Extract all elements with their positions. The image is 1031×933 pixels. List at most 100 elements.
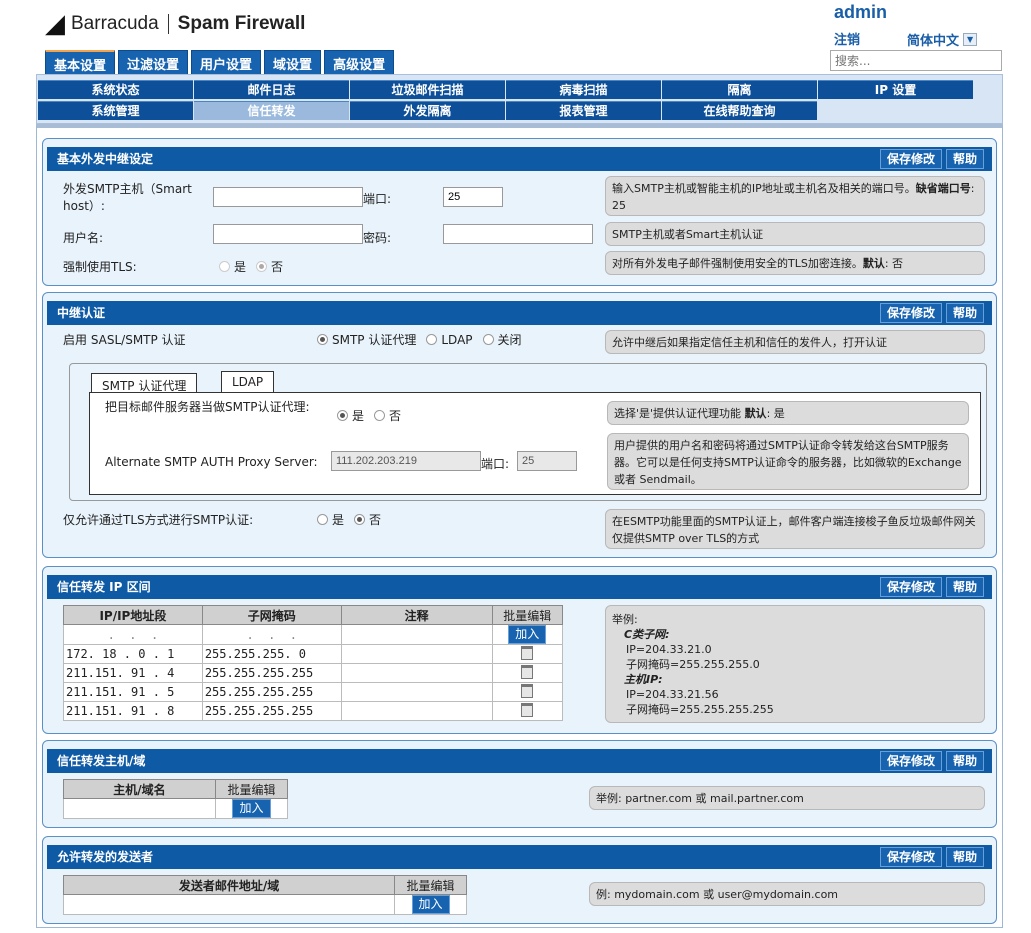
- port-input[interactable]: [443, 187, 503, 207]
- auth-help: SMTP主机或者Smart主机认证: [605, 222, 985, 246]
- tab-filter[interactable]: 过滤设置: [118, 50, 189, 74]
- alt-proxy-input[interactable]: [331, 451, 481, 471]
- help-text: 输入SMTP主机或智能主机的IP地址或主机名及相关的端口号。: [612, 182, 916, 195]
- new-host-input[interactable]: [63, 798, 216, 819]
- bulk-edit-button[interactable]: 批量编辑: [215, 779, 288, 799]
- help-button[interactable]: 帮助: [945, 149, 984, 169]
- trusted-ip-section: 信任转发 IP 区间 保存修改 帮助 IP/IP地址段 子网掩码 注释 批量编辑 . .…: [42, 566, 997, 734]
- main-tabs: 基本设置 过滤设置 用户设置 域设置 高级设置: [45, 50, 395, 74]
- sasl-proxy-radio[interactable]: [317, 334, 328, 345]
- tls-only-no-radio[interactable]: [354, 514, 366, 525]
- sasl-help: 允许中继后如果指定信任主机和信任的发件人，打开认证: [605, 330, 985, 354]
- yes-label: 是: [234, 260, 247, 274]
- tab-ldap[interactable]: LDAP: [221, 371, 275, 393]
- help-button[interactable]: 帮助: [945, 751, 984, 771]
- password-label: 密码:: [363, 231, 392, 245]
- col-note: 注释: [340, 605, 493, 625]
- trash-icon[interactable]: [521, 645, 534, 660]
- new-note-input[interactable]: [340, 624, 493, 645]
- dest-proxy-label: 把目标邮件服务器当做SMTP认证代理:: [105, 400, 310, 414]
- tab-smtp-proxy[interactable]: SMTP 认证代理: [91, 373, 198, 393]
- subnav-reports[interactable]: 报表管理: [506, 101, 661, 120]
- tab-basic[interactable]: 基本设置: [45, 50, 116, 74]
- mask-cell: 255.255.255. 0: [201, 644, 342, 664]
- save-button[interactable]: 保存修改: [879, 847, 942, 867]
- table-row: 211.151. 91 . 8 255.255.255.255: [63, 701, 564, 721]
- search-input[interactable]: [830, 50, 1002, 71]
- bulk-edit-button[interactable]: 批量编辑: [394, 875, 467, 895]
- dest-no-radio[interactable]: [374, 410, 386, 421]
- new-sender-input[interactable]: [62, 894, 396, 915]
- save-button[interactable]: 保存修改: [879, 303, 942, 323]
- trusted-host-section: 信任转发主机/域 保存修改 帮助 主机/域名 批量编辑 加入 举例: partner…: [42, 740, 997, 828]
- subnav-virus-scan[interactable]: 病毒扫描: [506, 80, 661, 99]
- subnav-message-log[interactable]: 邮件日志: [194, 80, 349, 99]
- subnav-quarantine[interactable]: 隔离: [662, 80, 817, 99]
- trash-icon[interactable]: [521, 702, 534, 717]
- subnav-online-help[interactable]: 在线帮助查询: [662, 101, 817, 120]
- smtp-host-help: 输入SMTP主机或智能主机的IP地址或主机名及相关的端口号。缺省端口号: 25: [605, 176, 985, 216]
- example-c-ip: IP=204.33.21.0: [626, 643, 712, 656]
- save-button[interactable]: 保存修改: [879, 149, 942, 169]
- new-mask-input[interactable]: . . .: [201, 624, 342, 645]
- product-name: Spam Firewall: [177, 13, 306, 34]
- new-ip-input[interactable]: . . .: [63, 624, 203, 645]
- tls-only-radio-group: 是否: [317, 511, 381, 528]
- tab-domains[interactable]: 域设置: [264, 50, 322, 74]
- bulk-edit-button[interactable]: 批量编辑: [491, 605, 564, 625]
- add-button[interactable]: 加入: [508, 625, 547, 644]
- username-input[interactable]: [213, 224, 363, 244]
- table-row: 172. 18 . 0 . 1 255.255.255. 0: [63, 644, 564, 664]
- example-title: 举例:: [612, 613, 638, 626]
- col-host: 主机/域名: [63, 779, 216, 799]
- add-button[interactable]: 加入: [411, 895, 450, 914]
- language-select[interactable]: 简体中文 ▼: [907, 30, 978, 49]
- section-header: 信任转发主机/域 保存修改 帮助: [47, 749, 992, 773]
- section-title: 中继认证: [57, 306, 106, 320]
- mask-cell: 255.255.255.255: [201, 682, 342, 702]
- port-label: 端口:: [363, 192, 392, 206]
- trusted-host-table: 主机/域名 批量编辑 加入: [63, 779, 288, 819]
- tls-no-radio[interactable]: [256, 261, 268, 272]
- help-button[interactable]: 帮助: [945, 577, 984, 597]
- basic-relay-section: 基本外发中继设定 保存修改 帮助 外发SMTP主机（Smart host）: 端口…: [42, 138, 997, 286]
- save-button[interactable]: 保存修改: [879, 751, 942, 771]
- subnav-administration[interactable]: 系统管理: [38, 101, 193, 120]
- tab-advanced[interactable]: 高级设置: [324, 50, 395, 74]
- example-c-class: C类子网:: [624, 628, 670, 641]
- subnav-trusted-relay[interactable]: 信任转发: [194, 101, 349, 120]
- subnav-ip-config[interactable]: IP 设置: [818, 80, 973, 99]
- logout-link[interactable]: 注销: [834, 29, 860, 48]
- mask-cell: 255.255.255.255: [201, 663, 342, 683]
- help-button[interactable]: 帮助: [945, 847, 984, 867]
- tls-yes-radio[interactable]: [219, 261, 230, 272]
- subnav-status[interactable]: 系统状态: [38, 80, 193, 99]
- help-text: 选择'是'提供认证代理功能: [614, 407, 742, 420]
- dest-proxy-radio-group: 是否: [337, 407, 401, 424]
- chevron-down-icon[interactable]: ▼: [963, 33, 978, 46]
- mask-cell: 255.255.255.255: [201, 701, 342, 721]
- brand-name: Barracuda: [71, 13, 159, 34]
- smtp-host-input[interactable]: [213, 187, 363, 207]
- subnav-spam-scan[interactable]: 垃圾邮件扫描: [350, 80, 505, 99]
- section-title: 信任转发 IP 区间: [57, 580, 151, 594]
- trash-icon[interactable]: [521, 664, 534, 679]
- username: admin: [834, 2, 888, 22]
- trash-icon[interactable]: [521, 683, 534, 698]
- tab-users[interactable]: 用户设置: [191, 50, 262, 74]
- senders-help: 例: mydomain.com 或 user@mydomain.com: [589, 882, 985, 906]
- dest-yes-radio[interactable]: [337, 410, 348, 421]
- password-input[interactable]: [443, 224, 593, 244]
- subnav-outbound-quarantine[interactable]: 外发隔离: [350, 101, 505, 120]
- col-sender: 发送者邮件地址/域: [62, 875, 396, 895]
- help-button[interactable]: 帮助: [945, 303, 984, 323]
- note-cell: [340, 682, 493, 702]
- tls-only-yes-radio[interactable]: [317, 514, 328, 525]
- sasl-ldap-radio[interactable]: [426, 334, 438, 345]
- save-button[interactable]: 保存修改: [879, 577, 942, 597]
- smtp-host-label: 外发SMTP主机（Smart host）:: [63, 182, 192, 213]
- allowed-senders-section: 允许转发的发送者 保存修改 帮助 发送者邮件地址/域 批量编辑 加入 例: mydo…: [42, 836, 997, 924]
- alt-port-input[interactable]: [517, 451, 577, 471]
- sasl-off-radio[interactable]: [482, 334, 494, 345]
- add-button[interactable]: 加入: [232, 799, 271, 818]
